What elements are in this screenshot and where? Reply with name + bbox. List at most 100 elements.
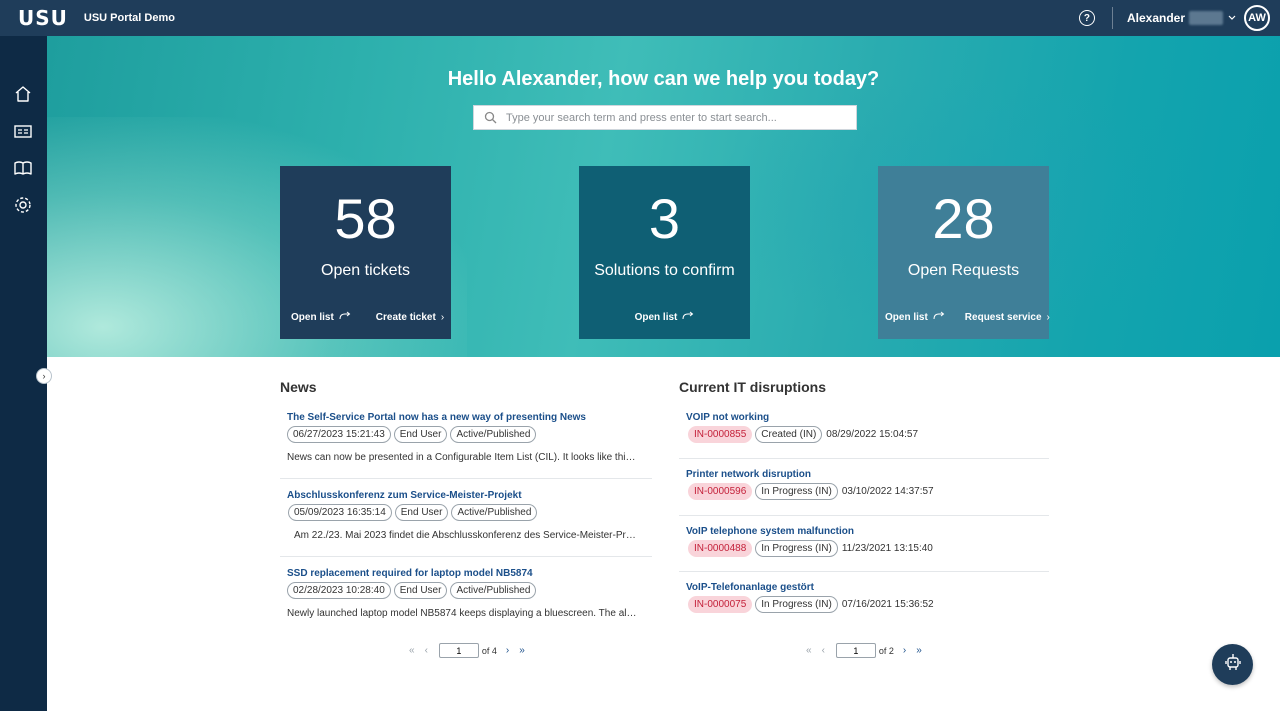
user-name: Alexander [1126, 11, 1185, 25]
incident-date: 07/16/2021 15:36:52 [841, 599, 934, 610]
news-pagination: « ‹ of 4 › » [409, 643, 535, 658]
top-bar: USU USU Portal Demo ? Alexander AW [0, 0, 1280, 36]
disruption-item: VOIP not working IN-0000855 Created (IN)… [679, 412, 1049, 443]
chevron-down-icon [1228, 14, 1236, 23]
search-box[interactable] [473, 105, 857, 130]
disruption-item-title[interactable]: VoIP-Telefonanlage gestört [686, 582, 1049, 593]
news-item-description: Newly launched laptop model NB5874 keeps… [287, 608, 639, 619]
avatar[interactable]: AW [1244, 5, 1270, 31]
news-page-input[interactable] [438, 643, 479, 658]
disruptions-page-total: of 2 [878, 645, 894, 656]
greeting-title: Hello Alexander, how can we help you tod… [447, 68, 880, 90]
incident-status-chip: In Progress (IN) [755, 483, 838, 500]
open-requests-open-list-link[interactable]: Open list [885, 311, 945, 323]
news-page-total: of 4 [481, 645, 497, 656]
prev-page-button[interactable]: ‹ [822, 645, 825, 656]
disruption-item: VoIP-Telefonanlage gestört IN-0000075 In… [679, 582, 1049, 613]
user-menu[interactable]: Alexander AW [1127, 5, 1270, 31]
chevron-right-icon: › [1046, 311, 1050, 323]
tile-open-requests[interactable]: 28 Open Requests Open list Request servi… [878, 166, 1050, 339]
create-ticket-link[interactable]: Create ticket › [376, 311, 444, 323]
divider [280, 478, 652, 479]
incident-date: 03/10/2022 14:37:57 [841, 486, 934, 497]
news-item-title[interactable]: The Self-Service Portal now has a new wa… [287, 412, 650, 423]
open-tickets-count: 58 [334, 187, 397, 250]
assistant-chat-button[interactable] [1212, 644, 1253, 685]
news-date-chip: 02/28/2023 10:28:40 [287, 582, 391, 599]
user-area: ? Alexander AW [1078, 0, 1270, 36]
redacted-surname [1189, 11, 1223, 25]
next-page-button[interactable]: › [903, 645, 906, 656]
first-page-button[interactable]: « [806, 645, 812, 656]
usu-logo[interactable]: USU [18, 6, 68, 30]
prev-page-button[interactable]: ‹ [425, 645, 428, 656]
incident-id-badge: IN-0000075 [688, 596, 753, 613]
incident-status-chip: In Progress (IN) [755, 596, 838, 613]
book-icon[interactable] [13, 158, 33, 178]
gear-icon[interactable] [13, 195, 33, 215]
disruptions-section-title: Current IT disruptions [679, 379, 826, 395]
app-title: USU Portal Demo [83, 12, 175, 24]
news-audience-chip: End User [393, 426, 448, 443]
disruption-item: Printer network disruption IN-0000596 In… [679, 469, 1049, 500]
home-icon[interactable] [13, 84, 33, 104]
disruption-item-title[interactable]: Printer network disruption [686, 469, 1049, 480]
incident-id-badge: IN-0000855 [688, 426, 753, 443]
hero-banner: Hello Alexander, how can we help you tod… [47, 36, 1280, 357]
news-item-description: News can now be presented in a Configura… [287, 452, 639, 463]
open-tickets-label: Open tickets [321, 262, 410, 279]
disruptions-pagination: « ‹ of 2 › » [806, 643, 932, 658]
disruption-item-title[interactable]: VoIP telephone system malfunction [686, 526, 1049, 537]
news-item-title[interactable]: SSD replacement required for laptop mode… [287, 568, 650, 579]
news-item: The Self-Service Portal now has a new wa… [280, 412, 650, 463]
news-status-chip: Active/Published [451, 504, 538, 521]
news-item: Abschlusskonferenz zum Service-Meister-P… [280, 490, 650, 541]
open-list-icon [933, 311, 945, 323]
first-page-button[interactable]: « [409, 645, 415, 656]
header-divider [1111, 7, 1113, 29]
disruption-item-title[interactable]: VOIP not working [686, 412, 1049, 423]
open-requests-label: Open Requests [907, 262, 1020, 279]
divider [280, 556, 652, 557]
last-page-button[interactable]: » [916, 645, 922, 656]
incident-date: 11/23/2021 13:15:40 [841, 543, 933, 554]
news-audience-chip: End User [393, 582, 448, 599]
news-item: SSD replacement required for laptop mode… [280, 568, 650, 619]
open-list-icon [339, 311, 351, 323]
request-service-link[interactable]: Request service › [965, 311, 1050, 323]
divider [679, 458, 1049, 459]
tickets-icon[interactable] [13, 121, 33, 141]
open-tickets-open-list-link[interactable]: Open list [291, 311, 351, 323]
disruption-item: VoIP telephone system malfunction IN-000… [679, 526, 1049, 557]
disruptions-page-input[interactable] [835, 643, 876, 658]
help-icon[interactable]: ? [1078, 10, 1095, 26]
news-date-chip: 05/09/2023 16:35:14 [288, 504, 392, 521]
next-page-button[interactable]: › [506, 645, 509, 656]
tile-open-tickets[interactable]: 58 Open tickets Open list Create ticket … [280, 166, 451, 339]
solutions-count: 3 [648, 187, 681, 250]
chevron-right-icon: › [440, 311, 445, 323]
news-status-chip: Active/Published [450, 582, 537, 599]
divider [679, 515, 1049, 516]
incident-status-chip: Created (IN) [755, 426, 823, 443]
divider [679, 571, 1049, 572]
open-list-icon [682, 311, 694, 323]
news-date-chip: 06/27/2023 15:21:43 [287, 426, 391, 443]
news-audience-chip: End User [394, 504, 449, 521]
tile-solutions-to-confirm[interactable]: 3 Solutions to confirm Open list [579, 166, 750, 339]
sidebar-expand-button[interactable]: › [36, 368, 52, 384]
incident-status-chip: In Progress (IN) [755, 540, 838, 557]
news-status-chip: Active/Published [450, 426, 537, 443]
open-requests-count: 28 [932, 187, 995, 250]
incident-id-badge: IN-0000488 [688, 540, 753, 557]
search-input[interactable] [506, 111, 846, 124]
search-icon [484, 111, 497, 124]
robot-icon [1224, 653, 1241, 676]
incident-date: 08/29/2022 15:04:57 [826, 429, 919, 440]
solutions-label: Solutions to confirm [594, 262, 735, 279]
solutions-open-list-link[interactable]: Open list [635, 311, 695, 323]
last-page-button[interactable]: » [519, 645, 525, 656]
news-section-title: News [280, 379, 317, 395]
news-item-title[interactable]: Abschlusskonferenz zum Service-Meister-P… [287, 490, 650, 501]
news-item-description: Am 22./23. Mai 2023 findet die Abschluss… [294, 530, 640, 541]
